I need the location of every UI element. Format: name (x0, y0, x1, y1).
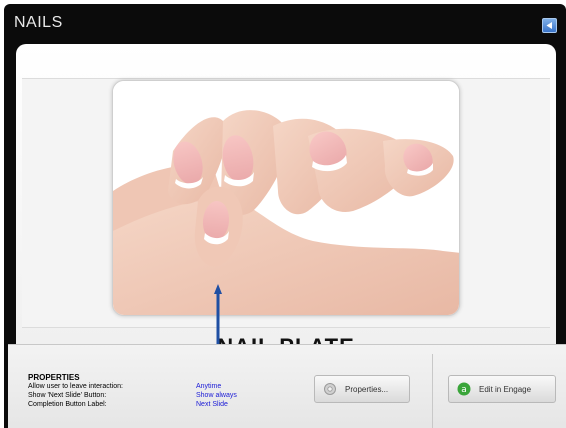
slide-stage: NAIL PLATE (16, 44, 556, 374)
svg-text:a: a (461, 385, 467, 395)
back-button[interactable] (542, 18, 557, 33)
back-arrow-icon (546, 22, 552, 29)
properties-button[interactable]: Properties... (314, 375, 410, 403)
properties-button-label: Properties... (345, 384, 389, 394)
nail-photo (112, 80, 460, 316)
prop-value-completion: Next Slide (196, 401, 228, 408)
hand-illustration (113, 81, 459, 315)
properties-heading: PROPERTIES (28, 373, 80, 382)
gear-icon (324, 383, 336, 395)
panel-divider (432, 354, 433, 428)
player-window: NAILS PROPERTIES Allow user to leave int… (4, 4, 566, 428)
prop-value-next-button: Show always (196, 392, 237, 399)
edit-in-engage-button[interactable]: a Edit in Engage (448, 375, 556, 403)
title-bar: NAILS (4, 4, 566, 38)
prop-label-completion: Completion Button Label: (28, 401, 107, 408)
properties-panel: PROPERTIES Allow user to leave interacti… (8, 344, 566, 428)
engage-icon: a (457, 382, 471, 396)
prop-value-leave: Anytime (196, 383, 222, 390)
edit-in-engage-label: Edit in Engage (479, 384, 532, 394)
prop-label-next-button: Show 'Next Slide' Button: (28, 392, 107, 399)
window-title: NAILS (14, 14, 63, 31)
prop-label-leave: Allow user to leave interaction: (28, 383, 123, 390)
